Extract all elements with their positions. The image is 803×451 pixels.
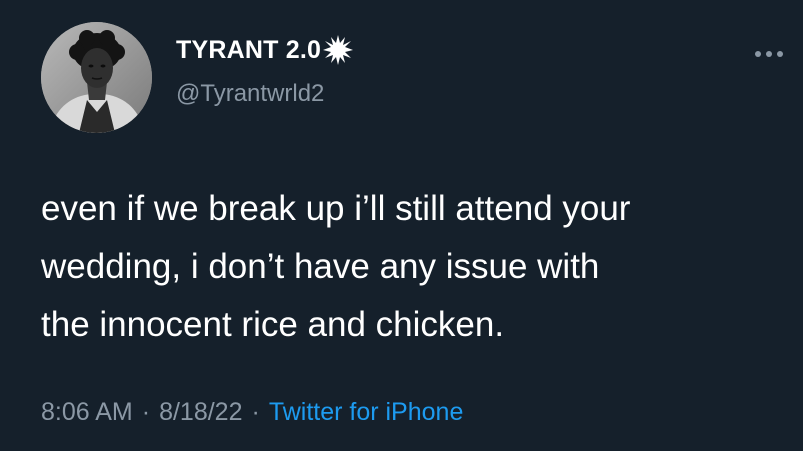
tweet-meta: 8:06 AM · 8/18/22 · Twitter for iPhone xyxy=(41,398,463,427)
starburst-icon xyxy=(323,35,354,65)
tweet-time[interactable]: 8:06 AM xyxy=(41,398,133,427)
tweet-card: TYRANT 2.0 @Tyrantwrld2 even if we break… xyxy=(0,0,803,451)
meta-separator: · xyxy=(251,398,260,426)
profile-photo xyxy=(41,22,152,133)
display-name[interactable]: TYRANT 2.0 xyxy=(176,36,321,65)
avatar[interactable] xyxy=(41,22,152,133)
user-handle[interactable]: @Tyrantwrld2 xyxy=(176,80,324,108)
tweet-date[interactable]: 8/18/22 xyxy=(159,398,242,427)
display-name-row: TYRANT 2.0 xyxy=(176,34,354,66)
meta-separator: · xyxy=(141,398,151,426)
tweet-text: even if we break up i’ll still attend yo… xyxy=(41,189,631,344)
tweet-source-link[interactable]: Twitter for iPhone xyxy=(269,398,464,427)
more-horizontal-icon xyxy=(755,51,783,57)
more-options-button[interactable] xyxy=(752,43,786,65)
